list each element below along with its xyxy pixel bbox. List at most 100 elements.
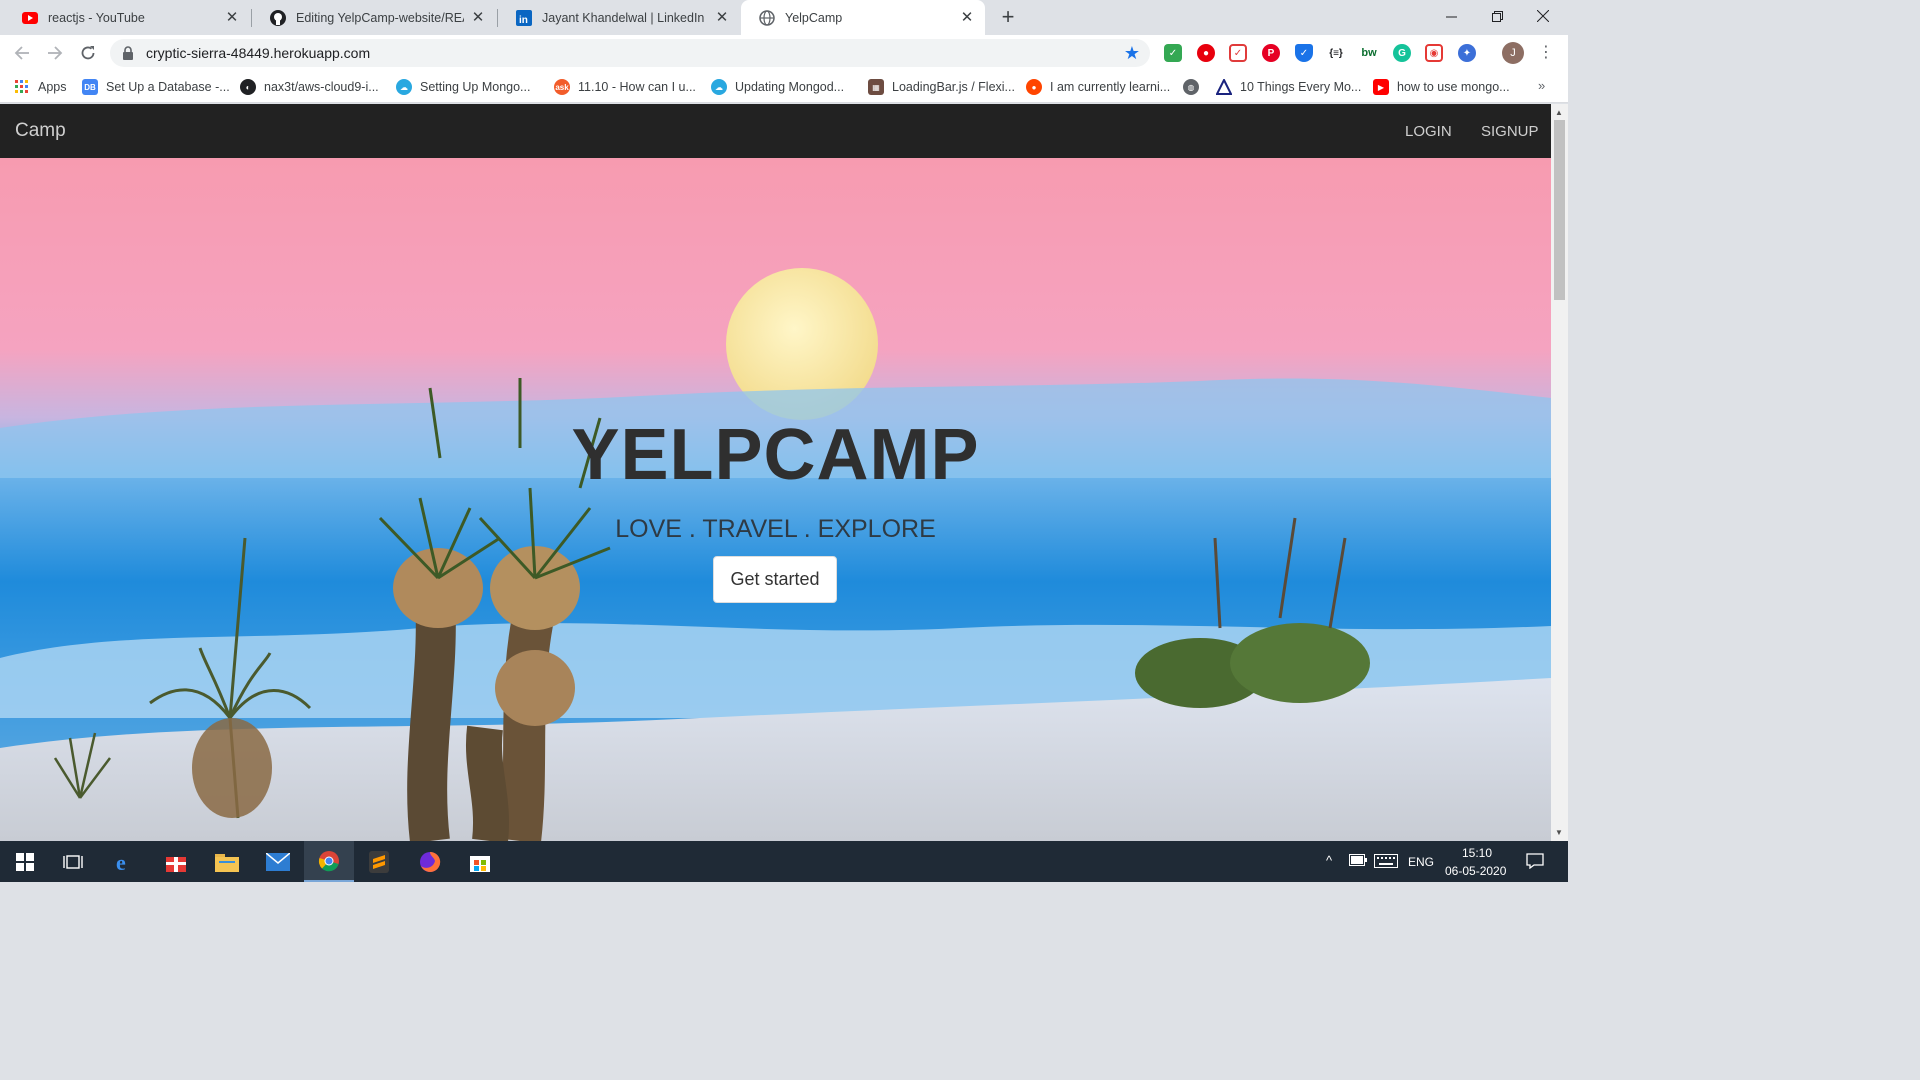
lock-icon <box>122 46 136 60</box>
apps-grid-icon <box>14 79 30 95</box>
github-icon <box>270 9 286 26</box>
tab-github[interactable]: Editing YelpCamp-website/READ ✕ <box>252 0 496 35</box>
extension-puzzle-icon[interactable]: ✦ <box>1458 44 1476 62</box>
svg-text:in: in <box>519 15 528 26</box>
new-tab-button[interactable]: + <box>996 6 1020 30</box>
tab-title: Editing YelpCamp-website/READ <box>296 10 464 25</box>
file-explorer-icon[interactable] <box>202 841 252 882</box>
forward-button[interactable] <box>42 40 68 66</box>
login-link[interactable]: LOGIN <box>1405 123 1452 140</box>
page-viewport: Camp LOGIN SIGNUP YELPCAMP LOVE . TRAVEL… <box>0 104 1551 841</box>
keyboard-icon[interactable] <box>1374 854 1398 871</box>
browser-toolbar: cryptic-sierra-48449.herokuapp.com ★ ✓ ●… <box>0 35 1568 71</box>
close-icon[interactable]: ✕ <box>714 9 730 26</box>
scroll-down-icon[interactable]: ▼ <box>1555 828 1563 837</box>
minimize-button[interactable] <box>1428 0 1474 32</box>
reddit-icon: ● <box>1026 79 1042 95</box>
svg-text:e: e <box>116 851 126 873</box>
task-view-icon[interactable] <box>48 841 98 882</box>
bookmark-label: 11.10 - How can I u... <box>578 80 696 94</box>
extension-json-icon[interactable]: {≡} <box>1327 44 1345 62</box>
bookmark-label: Updating Mongod... <box>735 80 845 94</box>
bookmarks-overflow-button[interactable]: » <box>1538 78 1545 93</box>
bookmarks-bar: Apps DB Set Up a Database -... ◐ nax3t/a… <box>0 71 1568 103</box>
clock-date[interactable]: 06-05-2020 <box>1445 864 1506 878</box>
bookmark-label: 10 Things Every Mo... <box>1240 80 1362 94</box>
ask-icon: ask <box>554 79 570 95</box>
bookmark-item[interactable]: ☁ Updating Mongod... <box>711 77 844 97</box>
tab-title: Jayant Khandelwal | LinkedIn <box>542 10 705 25</box>
tray-chevron-icon[interactable]: ^ <box>1326 853 1332 868</box>
bookmark-item[interactable]: ▶ how to use mongo... <box>1373 77 1510 97</box>
page-scrollbar[interactable]: ▲ ▼ <box>1551 104 1568 841</box>
sublime-text-icon[interactable] <box>354 841 404 882</box>
bookmark-label: Apps <box>38 80 67 94</box>
bookmark-label: LoadingBar.js / Flexi... <box>892 80 1015 94</box>
bookmark-label: Set Up a Database -... <box>106 80 230 94</box>
hero-title: YELPCAMP <box>571 415 980 495</box>
close-icon[interactable]: ✕ <box>959 9 975 26</box>
globe-icon: ◍ <box>1183 79 1199 95</box>
close-icon[interactable]: ✕ <box>470 9 486 26</box>
site-navbar: Camp LOGIN SIGNUP <box>0 104 1551 158</box>
cloud-icon: ☁ <box>396 79 412 95</box>
scroll-up-icon[interactable]: ▲ <box>1555 108 1563 117</box>
reload-button[interactable] <box>75 40 101 66</box>
extension-screencapture-icon[interactable]: ◉ <box>1425 44 1443 62</box>
battery-icon[interactable] <box>1349 854 1367 869</box>
signup-link[interactable]: SIGNUP <box>1481 123 1539 140</box>
extension-shield-icon[interactable]: ✓ <box>1295 44 1313 62</box>
youtube-icon: ▶ <box>1373 79 1389 95</box>
bookmark-label: nax3t/aws-cloud9-i... <box>264 80 379 94</box>
gift-app-icon[interactable] <box>151 841 201 882</box>
bookmark-item[interactable]: ● I am currently learni... <box>1026 77 1170 97</box>
address-bar[interactable]: cryptic-sierra-48449.herokuapp.com ★ <box>110 39 1150 67</box>
database-icon: DB <box>82 79 98 95</box>
tab-strip: reactjs - YouTube ✕ Editing YelpCamp-web… <box>0 0 1568 35</box>
bookmark-label: I am currently learni... <box>1050 80 1171 94</box>
bookmark-item[interactable]: DB Set Up a Database -... <box>82 77 230 97</box>
close-window-button[interactable] <box>1520 0 1566 32</box>
extension-pocket-icon[interactable]: ✓ <box>1229 44 1247 62</box>
clock-time[interactable]: 15:10 <box>1462 846 1492 860</box>
bookmark-star-icon[interactable]: ★ <box>1124 44 1140 62</box>
tab-title: YelpCamp <box>785 10 843 25</box>
bookmark-item[interactable]: ask 11.10 - How can I u... <box>554 77 696 97</box>
extension-grammarly-icon[interactable]: G <box>1393 44 1411 62</box>
language-indicator[interactable]: ENG <box>1408 855 1434 869</box>
windows-start-icon[interactable] <box>0 841 50 882</box>
linkedin-icon: in <box>516 9 532 26</box>
globe-icon <box>759 9 775 26</box>
bookmark-item[interactable]: ▦ LoadingBar.js / Flexi... <box>868 77 1015 97</box>
bookmark-label: how to use mongo... <box>1397 80 1510 94</box>
tab-youtube[interactable]: reactjs - YouTube ✕ <box>4 0 250 35</box>
profile-avatar[interactable]: J <box>1502 42 1524 64</box>
scrollbar-thumb[interactable] <box>1554 120 1565 300</box>
chrome-taskbar-icon[interactable] <box>304 841 354 882</box>
github-icon: ◐ <box>240 79 256 95</box>
bookmark-label: Setting Up Mongo... <box>420 80 531 94</box>
url-text: cryptic-sierra-48449.herokuapp.com <box>146 45 371 61</box>
notifications-icon[interactable] <box>1526 853 1544 872</box>
bookmark-item[interactable]: ☁ Setting Up Mongo... <box>396 77 530 97</box>
browser-menu-icon[interactable]: ⋮ <box>1538 43 1554 63</box>
extension-pinterest-icon[interactable]: P <box>1262 44 1280 62</box>
extension-adblock-icon[interactable]: ● <box>1197 44 1215 62</box>
extension-bw-icon[interactable]: bw <box>1360 44 1378 62</box>
bookmark-item[interactable]: 10 Things Every Mo... <box>1216 77 1361 97</box>
tab-yelpcamp[interactable]: YelpCamp ✕ <box>741 0 985 35</box>
get-started-button[interactable]: Get started <box>713 556 837 603</box>
extension-inbox-icon[interactable]: ✓ <box>1164 44 1182 62</box>
back-button[interactable] <box>9 40 35 66</box>
restore-button[interactable] <box>1474 0 1520 32</box>
site-brand-link[interactable]: Camp <box>15 120 66 142</box>
bookmark-globe[interactable]: ◍ <box>1183 77 1207 97</box>
mail-icon[interactable] <box>253 841 303 882</box>
bookmark-item[interactable]: ◐ nax3t/aws-cloud9-i... <box>240 77 379 97</box>
bookmark-apps[interactable]: Apps <box>14 77 67 97</box>
firefox-icon[interactable] <box>405 841 455 882</box>
tab-linkedin[interactable]: in Jayant Khandelwal | LinkedIn ✕ <box>498 0 740 35</box>
store-icon[interactable] <box>455 841 505 882</box>
close-icon[interactable]: ✕ <box>224 9 240 26</box>
edge-icon[interactable]: e <box>100 841 150 882</box>
